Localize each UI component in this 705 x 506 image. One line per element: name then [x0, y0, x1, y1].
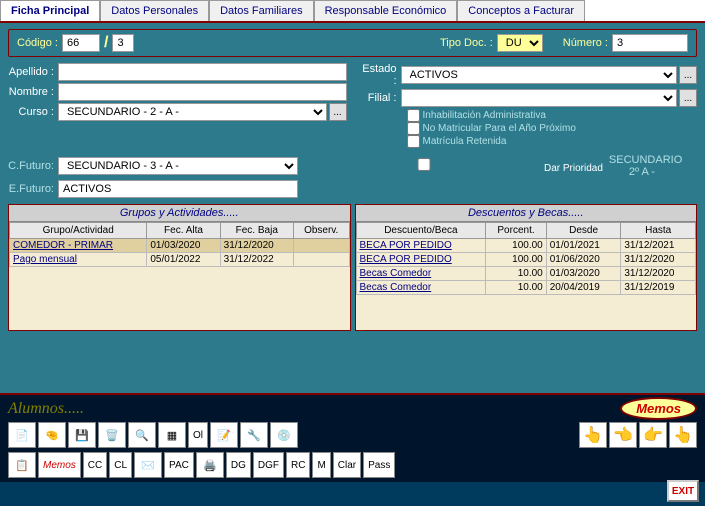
tab-responsable-economico[interactable]: Responsable Económico [314, 0, 458, 21]
codigo-input-2[interactable] [112, 34, 134, 52]
disk-button[interactable]: 💿 [270, 422, 298, 448]
new-button[interactable]: 📄 [8, 422, 36, 448]
curso-select[interactable]: SECUNDARIO - 2 - A - [58, 103, 327, 121]
dg-button[interactable]: DG [226, 452, 251, 478]
estado-label: Estado : [359, 63, 401, 87]
filial-label: Filial : [359, 92, 401, 104]
alumnos-label: Alumnos..... [8, 400, 84, 418]
numero-input[interactable] [612, 34, 688, 52]
table-row[interactable]: Pago mensual05/01/202231/12/2022 [10, 253, 350, 267]
filial-more-button[interactable]: ... [679, 89, 697, 107]
estado-more-button[interactable]: ... [679, 66, 697, 84]
apellido-label: Apellido : [8, 66, 58, 78]
print-button[interactable]: 🖨️ [196, 452, 224, 478]
numero-label: Número : [563, 37, 608, 49]
footer: Alumnos..... Memos 📄 🤏 💾 🗑️ 🔍 ▦ Ol 📝 🔧 💿… [0, 393, 705, 482]
descuentos-title: Descuentos y Becas..... [356, 205, 697, 222]
search-button[interactable]: 🔍 [128, 422, 156, 448]
table-row[interactable]: BECA POR PEDIDO100.0001/01/202131/12/202… [356, 239, 696, 253]
tab-datos-personales[interactable]: Datos Personales [100, 0, 209, 21]
table-row[interactable]: BECA POR PEDIDO100.0001/06/202031/12/202… [356, 253, 696, 267]
slash-icon: / [104, 34, 108, 52]
note-button[interactable]: 📋 [8, 452, 36, 478]
save-button[interactable]: 💾 [68, 422, 96, 448]
memos-button[interactable]: Memos [38, 452, 81, 478]
grupos-title: Grupos y Actividades..... [9, 205, 350, 222]
m-button[interactable]: M [312, 452, 330, 478]
apellido-input[interactable] [58, 63, 347, 81]
toolbar-row-2: 📋 Memos CC CL ✉️ PAC 🖨️ DG DGF RC M Clar… [8, 450, 697, 480]
code-row: Código : / Tipo Doc. : DU Número : [8, 29, 697, 57]
tab-bar: Ficha Principal Datos Personales Datos F… [0, 0, 705, 23]
mail-button[interactable]: ✉️ [134, 452, 162, 478]
efuturo-label: E.Futuro: [8, 183, 58, 195]
hand-point-button-1[interactable]: 👆 [579, 422, 607, 448]
curso-label: Curso : [8, 106, 58, 118]
tipo-doc-select[interactable]: DU [497, 34, 543, 52]
exit-button[interactable]: EXIT [667, 480, 699, 502]
cfuturo-select[interactable]: SECUNDARIO - 3 - A - [58, 157, 298, 175]
estado-select[interactable]: ACTIVOS [401, 66, 678, 84]
descuentos-table[interactable]: Descuento/BecaPorcent.DesdeHasta BECA PO… [356, 222, 697, 295]
ol-button[interactable]: Ol [188, 422, 208, 448]
chk-dar-prioridad[interactable]: Dar Prioridad [304, 158, 603, 174]
tipo-doc-label: Tipo Doc. : [440, 37, 493, 49]
cc-button[interactable]: CC [83, 452, 107, 478]
hand-point-button-2[interactable]: 👆 [669, 422, 697, 448]
table-row[interactable]: COMEDOR - PRIMAR01/03/202031/12/2020 [10, 239, 350, 253]
table-row[interactable]: Becas Comedor10.0001/03/202031/12/2020 [356, 267, 696, 281]
grid-button[interactable]: ▦ [158, 422, 186, 448]
edit-button[interactable]: 📝 [210, 422, 238, 448]
nombre-label: Nombre : [8, 86, 58, 98]
pass-button[interactable]: Pass [363, 452, 395, 478]
chk-matricula-retenida[interactable]: Matrícula Retenida [407, 135, 698, 148]
hand-button[interactable]: 🤏 [38, 422, 66, 448]
main-panel: Código : / Tipo Doc. : DU Número : Apell… [0, 23, 705, 393]
chk-inhabilitacion[interactable]: Inhabilitación Administrativa [407, 109, 698, 122]
hand-left-button[interactable]: 👈 [609, 422, 637, 448]
tab-ficha-principal[interactable]: Ficha Principal [0, 0, 100, 21]
nombre-input[interactable] [58, 83, 347, 101]
descuentos-table-box: Descuentos y Becas..... Descuento/BecaPo… [355, 204, 698, 331]
filial-select[interactable] [401, 89, 678, 107]
table-row[interactable]: Becas Comedor10.0020/04/201931/12/2019 [356, 281, 696, 295]
rc-button[interactable]: RC [286, 452, 310, 478]
grupos-table[interactable]: Grupo/ActividadFec. AltaFec. BajaObserv.… [9, 222, 350, 267]
chk-no-matricular[interactable]: No Matricular Para el Año Próximo [407, 122, 698, 135]
cl-button[interactable]: CL [109, 452, 132, 478]
checkbox-group: Inhabilitación Administrativa No Matricu… [407, 109, 698, 148]
codigo-input-1[interactable] [62, 34, 100, 52]
pac-button[interactable]: PAC [164, 452, 194, 478]
efuturo-input[interactable] [58, 180, 298, 198]
hand-right-button[interactable]: 👉 [639, 422, 667, 448]
tools-button[interactable]: 🔧 [240, 422, 268, 448]
curso-more-button[interactable]: ... [329, 103, 347, 121]
tab-datos-familiares[interactable]: Datos Familiares [209, 0, 314, 21]
grupos-table-box: Grupos y Actividades..... Grupo/Activida… [8, 204, 351, 331]
secundario-text: SECUNDARIO 2º A - [609, 154, 659, 178]
tab-conceptos-facturar[interactable]: Conceptos a Facturar [457, 0, 585, 21]
codigo-label: Código : [17, 37, 58, 49]
toolbar-row-1: 📄 🤏 💾 🗑️ 🔍 ▦ Ol 📝 🔧 💿 👆 👈 👉 👆 [8, 420, 697, 450]
cfuturo-label: C.Futuro: [8, 160, 58, 172]
dgf-button[interactable]: DGF [253, 452, 284, 478]
memos-badge[interactable]: Memos [620, 397, 697, 420]
clar-button[interactable]: Clar [333, 452, 361, 478]
delete-button[interactable]: 🗑️ [98, 422, 126, 448]
